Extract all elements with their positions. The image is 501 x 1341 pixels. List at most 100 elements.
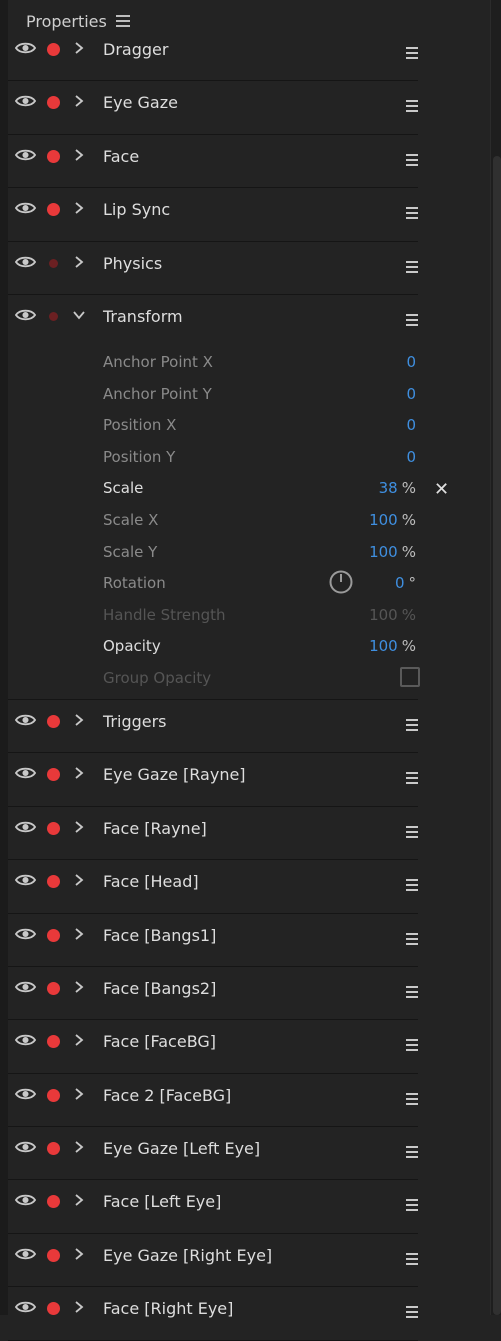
layer-row-header[interactable]: Eye Gaze [Right Eye] bbox=[8, 1234, 418, 1280]
layer-row-header[interactable]: Face 2 [FaceBG] bbox=[8, 1074, 418, 1120]
eye-icon[interactable] bbox=[15, 94, 36, 108]
hamburger-menu-icon[interactable] bbox=[406, 100, 418, 115]
prop-anchor-point-y[interactable]: Anchor Point Y 0 bbox=[8, 379, 418, 411]
layer-row-header[interactable]: Eye Gaze [Left Eye] bbox=[8, 1127, 418, 1173]
prop-anchor-point-x[interactable]: Anchor Point X 0 bbox=[8, 347, 418, 379]
eye-icon[interactable] bbox=[15, 41, 36, 55]
layer-row[interactable]: Face [FaceBG] bbox=[8, 1020, 418, 1074]
hamburger-menu-icon[interactable] bbox=[406, 985, 418, 1001]
layer-row[interactable]: Eye Gaze [Right Eye] bbox=[8, 1234, 418, 1288]
eye-icon[interactable] bbox=[15, 201, 36, 215]
record-dot-icon[interactable] bbox=[47, 1088, 60, 1102]
prop-value[interactable]: 0 bbox=[395, 574, 405, 592]
record-dot-icon[interactable] bbox=[47, 96, 60, 110]
chevron-down-icon[interactable] bbox=[72, 307, 86, 323]
eye-icon[interactable] bbox=[15, 873, 36, 887]
eye-icon[interactable] bbox=[15, 713, 36, 727]
record-dot-icon[interactable] bbox=[47, 1302, 60, 1316]
chevron-right-icon[interactable] bbox=[72, 254, 86, 270]
rotation-dial-icon[interactable] bbox=[329, 570, 353, 594]
eye-icon[interactable] bbox=[15, 1033, 36, 1047]
prop-opacity[interactable]: Opacity 100% bbox=[8, 631, 418, 663]
prop-scale-x[interactable]: Scale X 100% bbox=[8, 505, 418, 537]
chevron-right-icon[interactable] bbox=[72, 200, 86, 216]
prop-scale[interactable]: Scale 38% ✕ bbox=[8, 473, 449, 505]
hamburger-menu-icon[interactable] bbox=[406, 718, 418, 734]
layer-row-header[interactable]: Dragger bbox=[8, 28, 418, 74]
layer-row[interactable]: Lip Sync bbox=[8, 188, 418, 242]
layer-row[interactable]: Face [Right Eye] bbox=[8, 1287, 418, 1341]
eye-icon[interactable] bbox=[15, 1193, 36, 1207]
prop-value[interactable]: 0 bbox=[406, 385, 416, 403]
eye-icon[interactable] bbox=[15, 1087, 36, 1101]
layer-row[interactable]: Eye Gaze [Left Eye] bbox=[8, 1127, 418, 1181]
prop-value[interactable]: 0 bbox=[406, 416, 416, 434]
layer-row[interactable]: Face [Bangs2] bbox=[8, 967, 418, 1021]
prop-value[interactable]: 0 bbox=[406, 353, 416, 371]
layer-row[interactable]: Face bbox=[8, 135, 418, 189]
hamburger-menu-icon[interactable] bbox=[406, 825, 418, 841]
eye-icon[interactable] bbox=[15, 1247, 36, 1261]
eye-icon[interactable] bbox=[15, 1140, 36, 1154]
layer-row-header[interactable]: Triggers bbox=[8, 700, 418, 746]
prop-position-x[interactable]: Position X 0 bbox=[8, 410, 418, 442]
chevron-right-icon[interactable] bbox=[72, 765, 86, 781]
prop-rotation[interactable]: Rotation 0 ° bbox=[8, 568, 418, 600]
chevron-right-icon[interactable] bbox=[72, 1299, 86, 1315]
layer-row-header[interactable]: Face [Bangs1] bbox=[8, 914, 418, 960]
layer-row[interactable]: Dragger bbox=[8, 28, 418, 82]
prop-scale-y[interactable]: Scale Y 100% bbox=[8, 537, 418, 569]
record-dot-icon[interactable] bbox=[47, 981, 60, 995]
eye-icon[interactable] bbox=[15, 255, 36, 269]
layer-row[interactable]: Face [Bangs1] bbox=[8, 914, 418, 967]
layer-row-header[interactable]: Transform bbox=[8, 295, 418, 341]
eye-icon[interactable] bbox=[15, 1300, 36, 1314]
hamburger-menu-icon[interactable] bbox=[406, 879, 418, 894]
eye-icon[interactable] bbox=[15, 980, 36, 994]
chevron-right-icon[interactable] bbox=[72, 147, 86, 163]
layer-row[interactable]: Eye Gaze bbox=[8, 81, 418, 135]
chevron-right-icon[interactable] bbox=[72, 872, 86, 888]
layer-row-header[interactable]: Face [FaceBG] bbox=[8, 1020, 418, 1066]
eye-icon[interactable] bbox=[15, 766, 36, 780]
layer-row-header[interactable]: Face [Head] bbox=[8, 860, 418, 906]
record-dot-icon[interactable] bbox=[49, 311, 58, 321]
record-dot-icon[interactable] bbox=[49, 258, 58, 268]
layer-row[interactable]: Physics bbox=[8, 242, 418, 295]
chevron-right-icon[interactable] bbox=[72, 93, 86, 109]
hamburger-menu-icon[interactable] bbox=[406, 1199, 418, 1214]
chevron-right-icon[interactable] bbox=[72, 1139, 86, 1155]
chevron-right-icon[interactable] bbox=[72, 979, 86, 995]
layer-row[interactable]: Transform Anchor Point X 0 Anchor Point … bbox=[8, 295, 449, 700]
prop-value[interactable]: 100 bbox=[369, 543, 398, 561]
eye-icon[interactable] bbox=[15, 927, 36, 941]
scrollbar-thumb[interactable] bbox=[493, 156, 501, 1315]
record-dot-icon[interactable] bbox=[47, 928, 60, 942]
chevron-right-icon[interactable] bbox=[72, 1192, 86, 1208]
chevron-right-icon[interactable] bbox=[72, 40, 86, 56]
hamburger-menu-icon[interactable] bbox=[406, 1146, 418, 1161]
hamburger-menu-icon[interactable] bbox=[406, 207, 418, 222]
prop-value[interactable]: 100 bbox=[369, 637, 398, 655]
layer-row[interactable]: Face [Rayne] bbox=[8, 807, 418, 861]
chevron-right-icon[interactable] bbox=[72, 1032, 86, 1048]
close-x-icon[interactable]: ✕ bbox=[434, 479, 449, 500]
layer-row-header[interactable]: Face [Left Eye] bbox=[8, 1180, 418, 1226]
record-dot-icon[interactable] bbox=[47, 714, 60, 728]
record-dot-icon[interactable] bbox=[47, 203, 60, 217]
record-dot-icon[interactable] bbox=[47, 149, 60, 163]
hamburger-menu-icon[interactable] bbox=[406, 1252, 418, 1268]
prop-group-opacity[interactable]: Group Opacity bbox=[8, 663, 420, 695]
record-dot-icon[interactable] bbox=[47, 1248, 60, 1262]
layer-row[interactable]: Face [Head] bbox=[8, 860, 418, 914]
layer-row[interactable]: Face 2 [FaceBG] bbox=[8, 1074, 418, 1128]
record-dot-icon[interactable] bbox=[47, 43, 60, 56]
hamburger-menu-icon[interactable] bbox=[406, 47, 418, 62]
record-dot-icon[interactable] bbox=[47, 768, 60, 782]
hamburger-menu-icon[interactable] bbox=[406, 932, 418, 948]
layer-row-header[interactable]: Face [Right Eye] bbox=[8, 1287, 418, 1333]
hamburger-menu-icon[interactable] bbox=[406, 772, 418, 787]
chevron-right-icon[interactable] bbox=[72, 926, 86, 942]
hamburger-menu-icon[interactable] bbox=[406, 1039, 418, 1054]
layer-row[interactable]: Eye Gaze [Rayne] bbox=[8, 753, 418, 807]
